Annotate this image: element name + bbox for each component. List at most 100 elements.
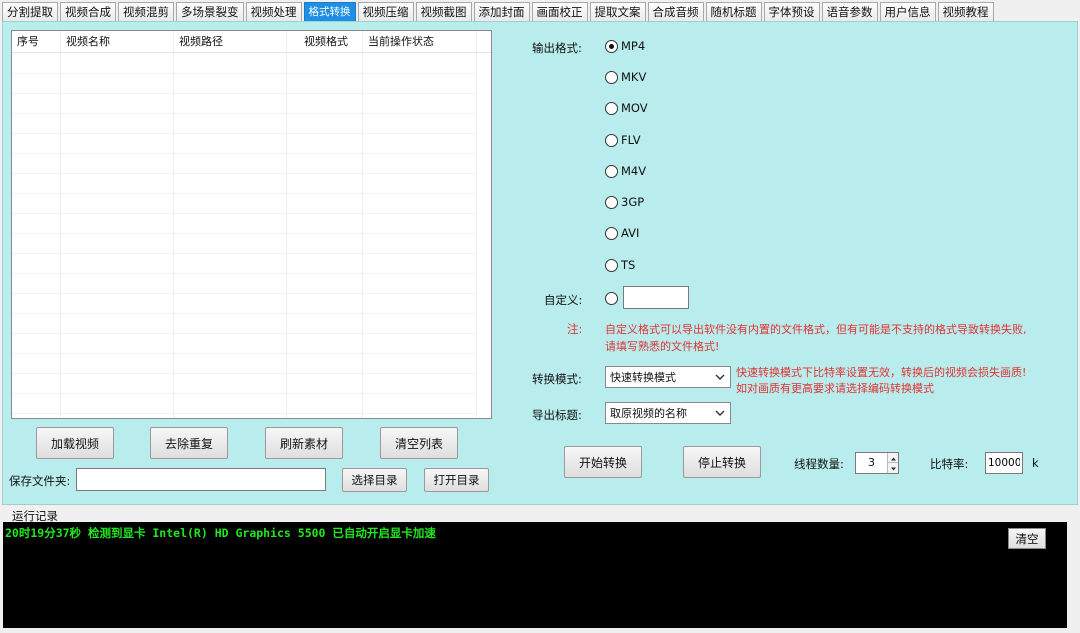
row-separator xyxy=(12,173,476,174)
tab-random-title[interactable]: 随机标题 xyxy=(705,2,762,22)
save-folder-label: 保存文件夹: xyxy=(9,474,71,488)
radio-dot[interactable] xyxy=(605,226,618,240)
row-separator xyxy=(12,353,476,354)
bitrate-label: 比特率: xyxy=(930,457,969,471)
tab-strip: 分割提取 视频合成 视频混剪 多场景裂变 视频处理 格式转换 视频压缩 视频截图… xyxy=(2,2,996,22)
radio-dot[interactable] xyxy=(605,195,618,209)
radio-dot[interactable] xyxy=(605,133,618,147)
tab-video-process[interactable]: 视频处理 xyxy=(245,2,302,22)
save-folder-input[interactable] xyxy=(76,468,326,491)
col-video-path[interactable]: 视频路径 xyxy=(174,31,287,52)
radio-mkv[interactable]: MKV xyxy=(605,69,646,85)
stop-convert-button[interactable]: 停止转换 xyxy=(683,446,761,478)
bitrate-input[interactable] xyxy=(985,452,1023,474)
grid-line xyxy=(286,31,287,418)
tab-video-screenshot[interactable]: 视频截图 xyxy=(415,2,472,22)
radio-m4v[interactable]: M4V xyxy=(605,163,646,179)
tab-video-mix[interactable]: 视频混剪 xyxy=(118,2,174,22)
clear-log-button[interactable]: 清空 xyxy=(1008,528,1046,549)
tab-extract-copy[interactable]: 提取文案 xyxy=(589,2,646,22)
radio-flv[interactable]: FLV xyxy=(605,132,641,148)
row-separator xyxy=(12,273,476,274)
remove-duplicates-button[interactable]: 去除重复 xyxy=(150,427,228,459)
radio-custom[interactable] xyxy=(605,290,621,306)
tab-user-info[interactable]: 用户信息 xyxy=(879,2,936,22)
custom-format-input[interactable] xyxy=(623,286,689,309)
note-text-line1: 自定义格式可以导出软件没有内置的文件格式，但有可能是不支持的格式导致转换失败, xyxy=(605,323,1027,336)
row-separator xyxy=(12,213,476,214)
row-separator xyxy=(12,313,476,314)
stepper-down-icon[interactable] xyxy=(887,463,898,473)
col-video-name[interactable]: 视频名称 xyxy=(61,31,174,52)
tab-add-cover[interactable]: 添加封面 xyxy=(473,2,530,22)
row-separator xyxy=(12,73,476,74)
radio-dot[interactable] xyxy=(605,39,618,53)
tab-video-tutorial[interactable]: 视频教程 xyxy=(937,2,994,22)
chevron-down-icon xyxy=(715,410,725,416)
row-separator xyxy=(12,193,476,194)
radio-label: MOV xyxy=(621,101,648,115)
radio-avi[interactable]: AVI xyxy=(605,225,639,241)
export-title-label: 导出标题: xyxy=(532,408,582,422)
video-list[interactable]: 序号 视频名称 视频路径 视频格式 当前操作状态 xyxy=(11,30,492,419)
grid-line xyxy=(173,31,174,418)
stepper-up-icon[interactable] xyxy=(887,453,898,463)
radio-dot[interactable] xyxy=(605,101,618,115)
open-directory-button[interactable]: 打开目录 xyxy=(424,468,489,492)
start-convert-button[interactable]: 开始转换 xyxy=(564,446,642,478)
radio-label: MP4 xyxy=(621,39,646,53)
col-video-format[interactable]: 视频格式 xyxy=(287,31,363,52)
grid-line xyxy=(60,31,61,418)
tab-font-preset[interactable]: 字体预设 xyxy=(763,2,820,22)
row-separator xyxy=(12,413,476,414)
tab-frame-correct[interactable]: 画面校正 xyxy=(531,2,588,22)
grid-line xyxy=(362,31,363,418)
format-convert-panel: 序号 视频名称 视频路径 视频格式 当前操作状态 加载视频 去除重复 刷新素材 … xyxy=(2,21,1078,505)
radio-dot[interactable] xyxy=(605,70,618,84)
row-separator xyxy=(12,333,476,334)
list-header: 序号 视频名称 视频路径 视频格式 当前操作状态 xyxy=(12,31,491,53)
run-log-box[interactable]: 20时19分37秒 检测到显卡 Intel(R) HD Graphics 550… xyxy=(3,522,1067,628)
refresh-material-button[interactable]: 刷新素材 xyxy=(265,427,343,459)
radio-dot[interactable] xyxy=(605,164,618,178)
row-separator xyxy=(12,253,476,254)
row-separator xyxy=(12,393,476,394)
radio-3gp[interactable]: 3GP xyxy=(605,194,644,210)
tab-multi-scene[interactable]: 多场景裂变 xyxy=(176,2,244,22)
convert-mode-hint1: 快速转换模式下比特率设置无效，转换后的视频会损失画质! xyxy=(736,366,1027,379)
row-separator xyxy=(12,153,476,154)
export-title-value: 取原视频的名称 xyxy=(610,407,687,420)
thread-count-stepper[interactable]: 3 xyxy=(855,452,899,474)
thread-count-value: 3 xyxy=(868,456,875,469)
bitrate-unit: k xyxy=(1032,456,1039,470)
thread-count-label: 线程数量: xyxy=(794,457,844,471)
radio-ts[interactable]: TS xyxy=(605,257,635,273)
radio-dot[interactable] xyxy=(605,258,618,272)
tab-split-extract[interactable]: 分割提取 xyxy=(2,2,58,22)
row-separator xyxy=(12,113,476,114)
tab-video-merge[interactable]: 视频合成 xyxy=(60,2,116,22)
tab-format-convert[interactable]: 格式转换 xyxy=(303,2,356,22)
radio-dot[interactable] xyxy=(605,291,618,305)
load-video-button[interactable]: 加载视频 xyxy=(36,427,114,459)
custom-format-label: 自定义: xyxy=(544,293,583,307)
radio-mp4[interactable]: MP4 xyxy=(605,38,645,54)
export-title-select[interactable]: 取原视频的名称 xyxy=(605,402,731,424)
convert-mode-value: 快速转换模式 xyxy=(610,371,676,384)
convert-mode-hint2: 如对画质有更高要求请选择编码转换模式 xyxy=(736,382,934,395)
row-separator xyxy=(12,373,476,374)
tab-voice-params[interactable]: 语音参数 xyxy=(821,2,878,22)
choose-directory-button[interactable]: 选择目录 xyxy=(342,468,407,492)
col-index[interactable]: 序号 xyxy=(12,31,61,52)
radio-mov[interactable]: MOV xyxy=(605,100,648,116)
chevron-down-icon xyxy=(715,374,725,380)
convert-mode-select[interactable]: 快速转换模式 xyxy=(605,366,731,388)
note-label: 注: xyxy=(567,322,583,336)
col-status[interactable]: 当前操作状态 xyxy=(363,31,477,52)
grid-line xyxy=(476,31,477,418)
radio-label: 3GP xyxy=(621,195,645,209)
tab-video-compress[interactable]: 视频压缩 xyxy=(357,2,414,22)
output-format-label: 输出格式: xyxy=(532,41,582,55)
tab-merge-audio[interactable]: 合成音频 xyxy=(647,2,704,22)
clear-list-button[interactable]: 清空列表 xyxy=(380,427,458,459)
